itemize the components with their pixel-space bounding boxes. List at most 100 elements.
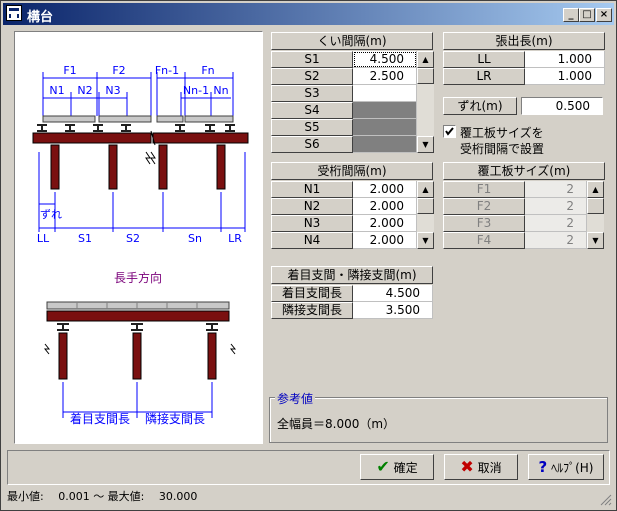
checkmark-icon: ✔	[376, 457, 390, 476]
deck-row-label: F3	[443, 215, 525, 232]
ok-button-label: 確定	[393, 461, 418, 475]
kui-row-label: S2	[271, 68, 353, 85]
overhang-row-value[interactable]: 1.000	[525, 68, 605, 85]
span-row-value[interactable]: 4.500	[353, 285, 433, 302]
deck-row-value: 2	[525, 198, 587, 215]
ok-button[interactable]: ✔ 確定	[360, 454, 434, 480]
girder-row-label: N4	[271, 232, 353, 249]
help-icon: ?	[538, 458, 548, 476]
girder-row-value[interactable]: 2.000	[353, 198, 417, 215]
reference-title: 参考値	[275, 390, 316, 407]
kui-row-label: S6	[271, 136, 353, 153]
label-Nn: Nn	[213, 84, 228, 97]
kui-row-value	[353, 136, 417, 153]
label-F2: F2	[112, 64, 125, 77]
maximize-button[interactable]: □	[579, 8, 595, 22]
status-text: 最小値: 0.001 〜 最大値: 30.000	[7, 490, 198, 503]
label-LR: LR	[228, 232, 242, 245]
span-row-label: 隣接支間長	[271, 302, 353, 319]
minimize-button[interactable]: _	[563, 8, 579, 22]
cross-icon: ✖	[460, 457, 474, 476]
span-header: 着目支間・隣接支間(m)	[271, 266, 433, 284]
direction-label: 長手方向	[114, 270, 162, 285]
girder-row-label: N2	[271, 198, 353, 215]
kui-scrollbar[interactable]: ▲ ▼	[417, 51, 434, 153]
label-N1: N1	[49, 84, 64, 97]
label-Fn-1: Fn-1	[155, 64, 179, 77]
kui-spacing-header: くい間隔(m)	[271, 32, 433, 50]
kui-row-label: S3	[271, 85, 353, 102]
scroll-down-icon[interactable]: ▼	[417, 136, 434, 153]
label-Fn: Fn	[201, 64, 214, 77]
deck-row-label: F4	[443, 232, 525, 249]
checkbox-label-line1[interactable]: 覆工板サイズを	[460, 124, 544, 141]
help-button[interactable]: ? ﾍﾙﾌﾟ(H)	[528, 454, 604, 480]
deck-row-value: 2	[525, 181, 587, 198]
label-N2: N2	[77, 84, 92, 97]
label-N3: N3	[105, 84, 120, 97]
deck-row-value: 2	[525, 215, 587, 232]
scroll-up-icon[interactable]: ▲	[417, 51, 434, 68]
scroll-thumb[interactable]	[417, 68, 434, 84]
scroll-thumb[interactable]	[587, 198, 604, 214]
girder-row-label: N1	[271, 181, 353, 198]
span-row-label: 着目支間長	[271, 285, 353, 302]
deck-size-header: 覆工板サイズ(m)	[443, 162, 605, 180]
status-bar: 最小値: 0.001 〜 最大値: 30.000	[3, 488, 614, 508]
span-row-value[interactable]: 3.500	[353, 302, 433, 319]
scroll-up-icon[interactable]: ▲	[587, 181, 604, 198]
reference-text: 全幅員＝8.000（m）	[277, 417, 396, 431]
kui-row-label: S4	[271, 102, 353, 119]
overhang-row-label: LR	[443, 68, 525, 85]
girder-scrollbar[interactable]: ▲ ▼	[417, 181, 434, 249]
scroll-up-icon[interactable]: ▲	[417, 181, 434, 198]
label-zure: ずれ	[40, 208, 62, 221]
scroll-thumb[interactable]	[417, 198, 434, 214]
deck-row-label: F1	[443, 181, 525, 198]
kui-row-value[interactable]: 4.500	[353, 51, 417, 68]
girder-row-value[interactable]: 2.000	[353, 232, 417, 249]
label-Nn-1: Nn-1	[183, 84, 209, 97]
deck-row-label: F2	[443, 198, 525, 215]
offset-input[interactable]: 0.500	[521, 97, 603, 115]
diagram-panel: F1 F2 Fn-1 Fn N1 N2 N3 Nn-1 Nn ずれ LL S1 …	[14, 31, 263, 444]
label-LL: LL	[37, 232, 50, 245]
kui-row-label: S1	[271, 51, 353, 68]
girder-row-label: N3	[271, 215, 353, 232]
kui-row-value	[353, 102, 417, 119]
overhang-row-value[interactable]: 1.000	[525, 51, 605, 68]
deck-size-checkbox[interactable]	[443, 125, 456, 138]
label-S1: S1	[78, 232, 92, 245]
span-label-adjacent: 隣接支間長	[145, 411, 205, 426]
girder-spacing-header: 受桁間隔(m)	[271, 162, 433, 180]
girder-row-value[interactable]: 2.000	[353, 215, 417, 232]
deck-row-value: 2	[525, 232, 587, 249]
offset-label: ずれ(m)	[443, 97, 517, 115]
trestle-diagram: F1 F2 Fn-1 Fn N1 N2 N3 Nn-1 Nn ずれ LL S1 …	[32, 64, 249, 426]
scroll-down-icon[interactable]: ▼	[417, 232, 434, 249]
overhang-row-label: LL	[443, 51, 525, 68]
label-S2: S2	[126, 232, 140, 245]
girder-row-value[interactable]: 2.000	[353, 181, 417, 198]
overhang-header: 張出長(m)	[443, 32, 605, 50]
label-Sn: Sn	[188, 232, 202, 245]
deck-scrollbar[interactable]: ▲ ▼	[587, 181, 604, 249]
help-button-label: ﾍﾙﾌﾟ(H)	[551, 461, 594, 475]
kui-row-value[interactable]: 2.500	[353, 68, 417, 85]
span-label-target: 着目支間長	[70, 411, 130, 426]
app-icon	[6, 5, 22, 21]
button-bar	[7, 450, 610, 485]
kui-row-label: S5	[271, 119, 353, 136]
close-button[interactable]: ×	[596, 8, 612, 22]
label-F1: F1	[63, 64, 76, 77]
cancel-button-label: 取消	[477, 461, 502, 475]
window-title: 構台	[27, 10, 54, 25]
checkmark-icon	[445, 127, 454, 136]
scroll-down-icon[interactable]: ▼	[587, 232, 604, 249]
title-bar: 構台 _ □ ×	[3, 3, 614, 25]
kui-row-value	[353, 119, 417, 136]
cancel-button[interactable]: ✖ 取消	[444, 454, 518, 480]
checkbox-label-line2[interactable]: 受桁間隔で設置	[460, 140, 544, 157]
resize-grip-icon[interactable]	[600, 494, 612, 506]
kui-row-value[interactable]	[353, 85, 417, 102]
